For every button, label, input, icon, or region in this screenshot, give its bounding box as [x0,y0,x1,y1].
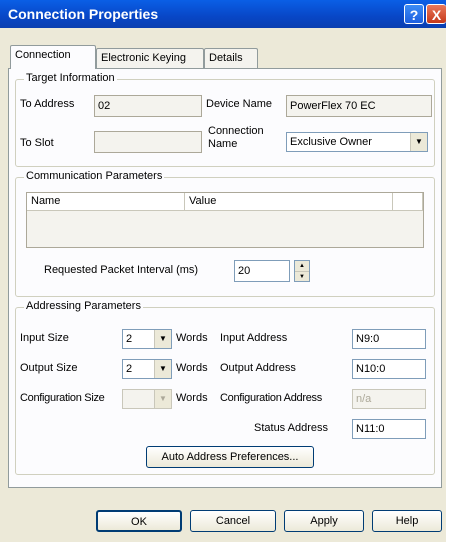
tab-details[interactable]: Details [204,48,258,68]
spin-up-icon[interactable]: ▲ [295,261,309,272]
ok-button[interactable]: OK [96,510,182,532]
help-button[interactable]: Help [372,510,442,532]
cancel-button[interactable]: Cancel [190,510,276,532]
communication-parameters-group: Communication Parameters Name Value Requ… [15,170,435,297]
output-size-value: 2 [126,363,133,375]
connection-name-dropdown[interactable]: Exclusive Owner ▼ [286,132,428,152]
device-name-label: Device Name [206,98,273,110]
close-icon[interactable]: X [426,4,446,24]
tab-connection[interactable]: Connection [10,45,96,69]
rpi-spinner[interactable]: ▲ ▼ [294,260,310,282]
output-size-dropdown[interactable]: 2 ▼ [122,359,172,379]
words-label: Words [176,362,208,374]
output-size-label: Output Size [20,362,78,374]
chevron-down-icon[interactable]: ▼ [154,360,171,378]
chevron-down-icon[interactable]: ▼ [410,133,427,151]
auto-address-preferences-button[interactable]: Auto Address Preferences... [146,446,314,468]
addressing-parameters-group: Addressing Parameters Input Size 2 ▼ Wor… [15,300,435,475]
input-size-label: Input Size [20,332,69,344]
parameters-list[interactable]: Name Value [26,192,424,248]
config-address-field[interactable]: n/a [352,389,426,409]
to-slot-field[interactable] [94,131,202,153]
window-title: Connection Properties [8,6,159,22]
input-address-label: Input Address [220,332,288,344]
words-label: Words [176,332,208,344]
input-address-field[interactable]: N9:0 [352,329,426,349]
connection-properties-dialog: Connection Properties ? X Connection Ele… [0,0,446,542]
rpi-input[interactable]: 20 [234,260,290,282]
to-slot-label: To Slot [20,137,54,149]
status-address-field[interactable]: N11:0 [352,419,426,439]
column-header-name[interactable]: Name [27,193,185,211]
config-size-dropdown[interactable]: ▼ [122,389,172,409]
chevron-down-icon[interactable]: ▼ [154,390,171,408]
connection-tab-panel: Target Information To Address 02 To Slot… [8,68,442,488]
status-address-label: Status Address [254,422,328,434]
input-size-value: 2 [126,333,133,345]
words-label: Words [176,392,208,404]
config-address-label: Configuration Address [220,392,322,404]
chevron-down-icon[interactable]: ▼ [154,330,171,348]
connection-name-label: Connection [208,125,264,137]
output-address-label: Output Address [220,362,296,374]
config-size-label: Configuration Size [20,392,105,404]
title-bar[interactable]: Connection Properties ? X [0,0,446,28]
target-information-group: Target Information To Address 02 To Slot… [15,72,435,167]
column-header-blank[interactable] [393,193,423,211]
connection-name-value: Exclusive Owner [290,136,372,148]
device-name-field[interactable]: PowerFlex 70 EC [286,95,432,117]
group-title: Target Information [24,72,117,84]
to-address-label: To Address [20,98,75,110]
tab-electronic-keying[interactable]: Electronic Keying [96,48,204,68]
connection-name-label-line2: Name [208,138,238,150]
column-header-value[interactable]: Value [185,193,393,211]
apply-button[interactable]: Apply [284,510,364,532]
help-icon[interactable]: ? [404,4,424,24]
output-address-field[interactable]: N10:0 [352,359,426,379]
input-size-dropdown[interactable]: 2 ▼ [122,329,172,349]
to-address-field[interactable]: 02 [94,95,202,117]
spin-down-icon[interactable]: ▼ [295,272,309,282]
group-title: Addressing Parameters [24,300,143,312]
rpi-label: Requested Packet Interval (ms) [44,264,199,276]
group-title: Communication Parameters [24,170,165,182]
